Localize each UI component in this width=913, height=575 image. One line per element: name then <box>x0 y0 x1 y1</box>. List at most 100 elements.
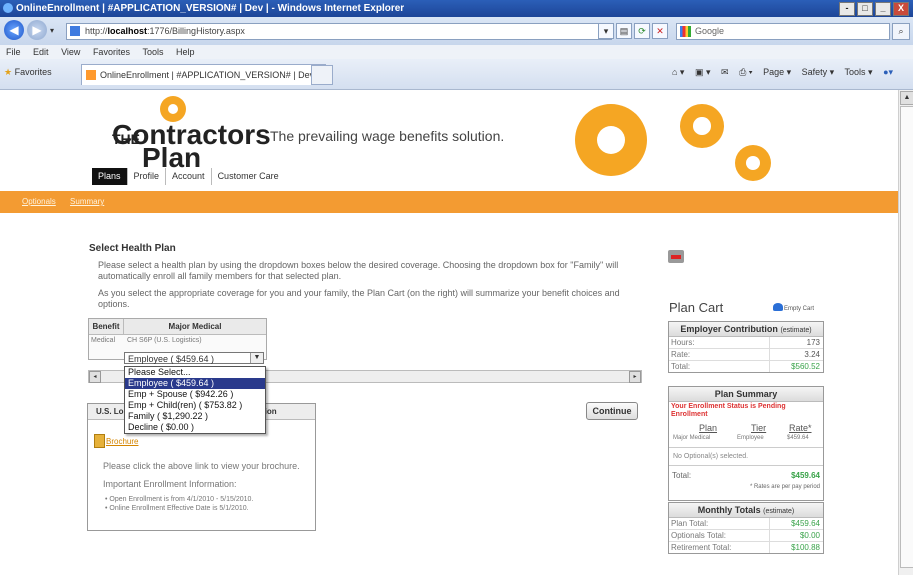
tab-customer-care[interactable]: Customer Care <box>210 168 285 185</box>
mail-icon[interactable]: ✉ <box>721 67 729 77</box>
dropdown-option[interactable]: Emp + Child(ren) ( $753.82 ) <box>125 400 265 411</box>
scroll-right-icon[interactable]: ▸ <box>629 371 641 383</box>
minimize-button[interactable]: _ <box>875 2 891 16</box>
instructions-paragraph: Please select a health plan by using the… <box>98 260 619 281</box>
compatibility-icon[interactable]: ▤ <box>616 23 632 39</box>
monthly-totals-box: Monthly Totals (estimate) Plan Total: $45… <box>668 502 824 554</box>
forward-button[interactable]: ▶ <box>27 20 47 40</box>
stop-icon[interactable]: ✕ <box>652 23 668 39</box>
chevron-down-icon[interactable]: ▼ <box>250 353 263 363</box>
list-item: • Online Enrollment Effective Date is 5/… <box>105 505 249 512</box>
row-label: Total: <box>671 362 691 371</box>
dropdown-option[interactable]: Employee ( $459.64 ) <box>125 378 265 389</box>
employer-contribution-header: Employer Contribution (estimate) <box>669 322 823 337</box>
address-dropdown-icon[interactable]: ▾ <box>598 23 614 39</box>
help-icon[interactable]: ●▾ <box>883 67 893 77</box>
menu-view[interactable]: View <box>61 47 80 57</box>
plan-summary-header: Plan Summary <box>669 387 823 402</box>
command-bar: ⌂ ▾ ▣ ▾ ✉ ⎙ ▾ Page ▾ Safety ▾ Tools ▾ ●▾ <box>672 67 901 78</box>
summary-total-label: Total: <box>672 471 692 480</box>
ie-icon <box>3 3 13 13</box>
recent-pages-chevron-icon[interactable]: ▾ <box>50 26 54 35</box>
page-menu[interactable]: Page ▾ <box>763 67 791 77</box>
tab-profile[interactable]: Profile <box>126 168 166 185</box>
subtab-optionals[interactable]: Optionals <box>22 197 56 206</box>
coverage-dropdown-list: Please Select... Employee ( $459.64 ) Em… <box>124 366 266 434</box>
page-title: Select Health Plan <box>89 243 176 254</box>
benefit-cell: Medical <box>91 337 116 344</box>
empty-cart-link[interactable]: Empty Cart <box>784 306 814 312</box>
column-divider <box>769 530 770 541</box>
menu-file[interactable]: File <box>6 47 21 57</box>
row-value: $100.88 <box>791 543 820 552</box>
maximize-button[interactable]: □ <box>857 2 873 16</box>
column-divider <box>769 349 770 360</box>
row-label: Retirement Total: <box>671 543 732 552</box>
row-value: $459.64 <box>791 519 820 528</box>
dropdown-option[interactable]: Emp + Spouse ( $942.26 ) <box>125 389 265 400</box>
table-row: Retirement Total: $100.88 <box>669 542 823 553</box>
box-title: Monthly Totals <box>697 505 761 515</box>
url-host: localhost <box>107 26 148 36</box>
subtab-summary[interactable]: Summary <box>70 197 104 206</box>
monthly-totals-header: Monthly Totals (estimate) <box>669 503 823 518</box>
tab-account[interactable]: Account <box>165 168 211 185</box>
refresh-icon[interactable]: ⟳ <box>634 23 650 39</box>
menu-edit[interactable]: Edit <box>33 47 49 57</box>
no-optionals-text: No Optional(s) selected. <box>673 453 749 460</box>
dropdown-option[interactable]: Please Select... <box>125 367 265 378</box>
table-row: Optionals Total: $0.00 <box>669 530 823 542</box>
plan-summary-box: Plan Summary Your Enrollment Status is P… <box>668 386 824 501</box>
address-field[interactable]: http://localhost:1776/BillingHistory.asp… <box>66 23 612 40</box>
back-button[interactable]: ◀ <box>4 20 24 40</box>
column-header-tier: Tier <box>751 423 767 433</box>
window-title-bar: OnlineEnrollment | #APPLICATION_VERSION#… <box>0 0 913 17</box>
plan-cart-title: Plan Cart <box>669 300 724 315</box>
scroll-left-icon[interactable]: ◂ <box>89 371 101 383</box>
menu-help[interactable]: Help <box>176 47 195 57</box>
dropdown-option[interactable]: Decline ( $0.00 ) <box>125 422 265 433</box>
tab-title: OnlineEnrollment | #APPLICATION_VERSION#… <box>100 70 319 80</box>
continue-button[interactable]: Continue <box>586 402 638 420</box>
tools-menu[interactable]: Tools ▾ <box>845 67 873 77</box>
safety-menu[interactable]: Safety ▾ <box>802 67 835 77</box>
tab-plans[interactable]: Plans <box>92 168 127 185</box>
favorites-button[interactable]: ★ Favorites <box>4 67 52 78</box>
search-icon[interactable]: ⌕ <box>892 23 910 40</box>
scrollbar-thumb[interactable] <box>900 106 913 568</box>
feeds-icon[interactable]: ▣ ▾ <box>695 67 711 77</box>
column-header-plan: Plan <box>699 423 718 433</box>
search-input[interactable]: Google <box>676 23 890 40</box>
star-icon: ★ <box>4 67 13 77</box>
url-path: :1776/BillingHistory.aspx <box>147 26 245 36</box>
menu-favorites[interactable]: Favorites <box>93 47 130 57</box>
vertical-scrollbar[interactable]: ▲ <box>898 90 913 575</box>
printer-icon[interactable] <box>668 250 684 263</box>
enrollment-status: Your Enrollment Status is Pending Enroll… <box>671 403 786 418</box>
box-title-note: (estimate) <box>780 327 812 334</box>
column-divider <box>769 518 770 529</box>
panel-header-left: U.S. Lo <box>96 407 124 416</box>
home-icon[interactable]: ⌂ ▾ <box>672 67 684 77</box>
scroll-up-icon[interactable]: ▲ <box>900 91 913 105</box>
row-label: Optionals Total: <box>671 531 726 540</box>
column-divider <box>769 542 770 553</box>
brochure-icon <box>94 434 105 448</box>
favorites-label: Favorites <box>14 67 52 77</box>
close-button[interactable]: X <box>893 2 909 16</box>
empty-cart-icon[interactable] <box>773 303 783 311</box>
coverage-select[interactable]: Employee ( $459.64 ) ▼ <box>124 352 264 364</box>
dropdown-option[interactable]: Family ( $1,290.22 ) <box>125 411 265 422</box>
menu-tools[interactable]: Tools <box>142 47 163 57</box>
table-row: Total: $560.52 <box>669 361 823 372</box>
brochure-link[interactable]: Brochure <box>106 437 138 446</box>
address-toolbar: ◀ ▶ ▾ http://localhost:1776/BillingHisto… <box>0 17 913 45</box>
row-label: Plan Total: <box>671 519 709 528</box>
table-row: Hours: 173 <box>669 337 823 349</box>
print-icon[interactable]: ⎙ ▾ <box>739 67 752 77</box>
new-tab-button[interactable] <box>311 65 333 85</box>
url-prefix: http:// <box>85 26 108 36</box>
browser-tab[interactable]: OnlineEnrollment | #APPLICATION_VERSION#… <box>81 64 326 85</box>
restore-down-button[interactable]: - <box>839 2 855 16</box>
row-value: 173 <box>806 338 820 347</box>
